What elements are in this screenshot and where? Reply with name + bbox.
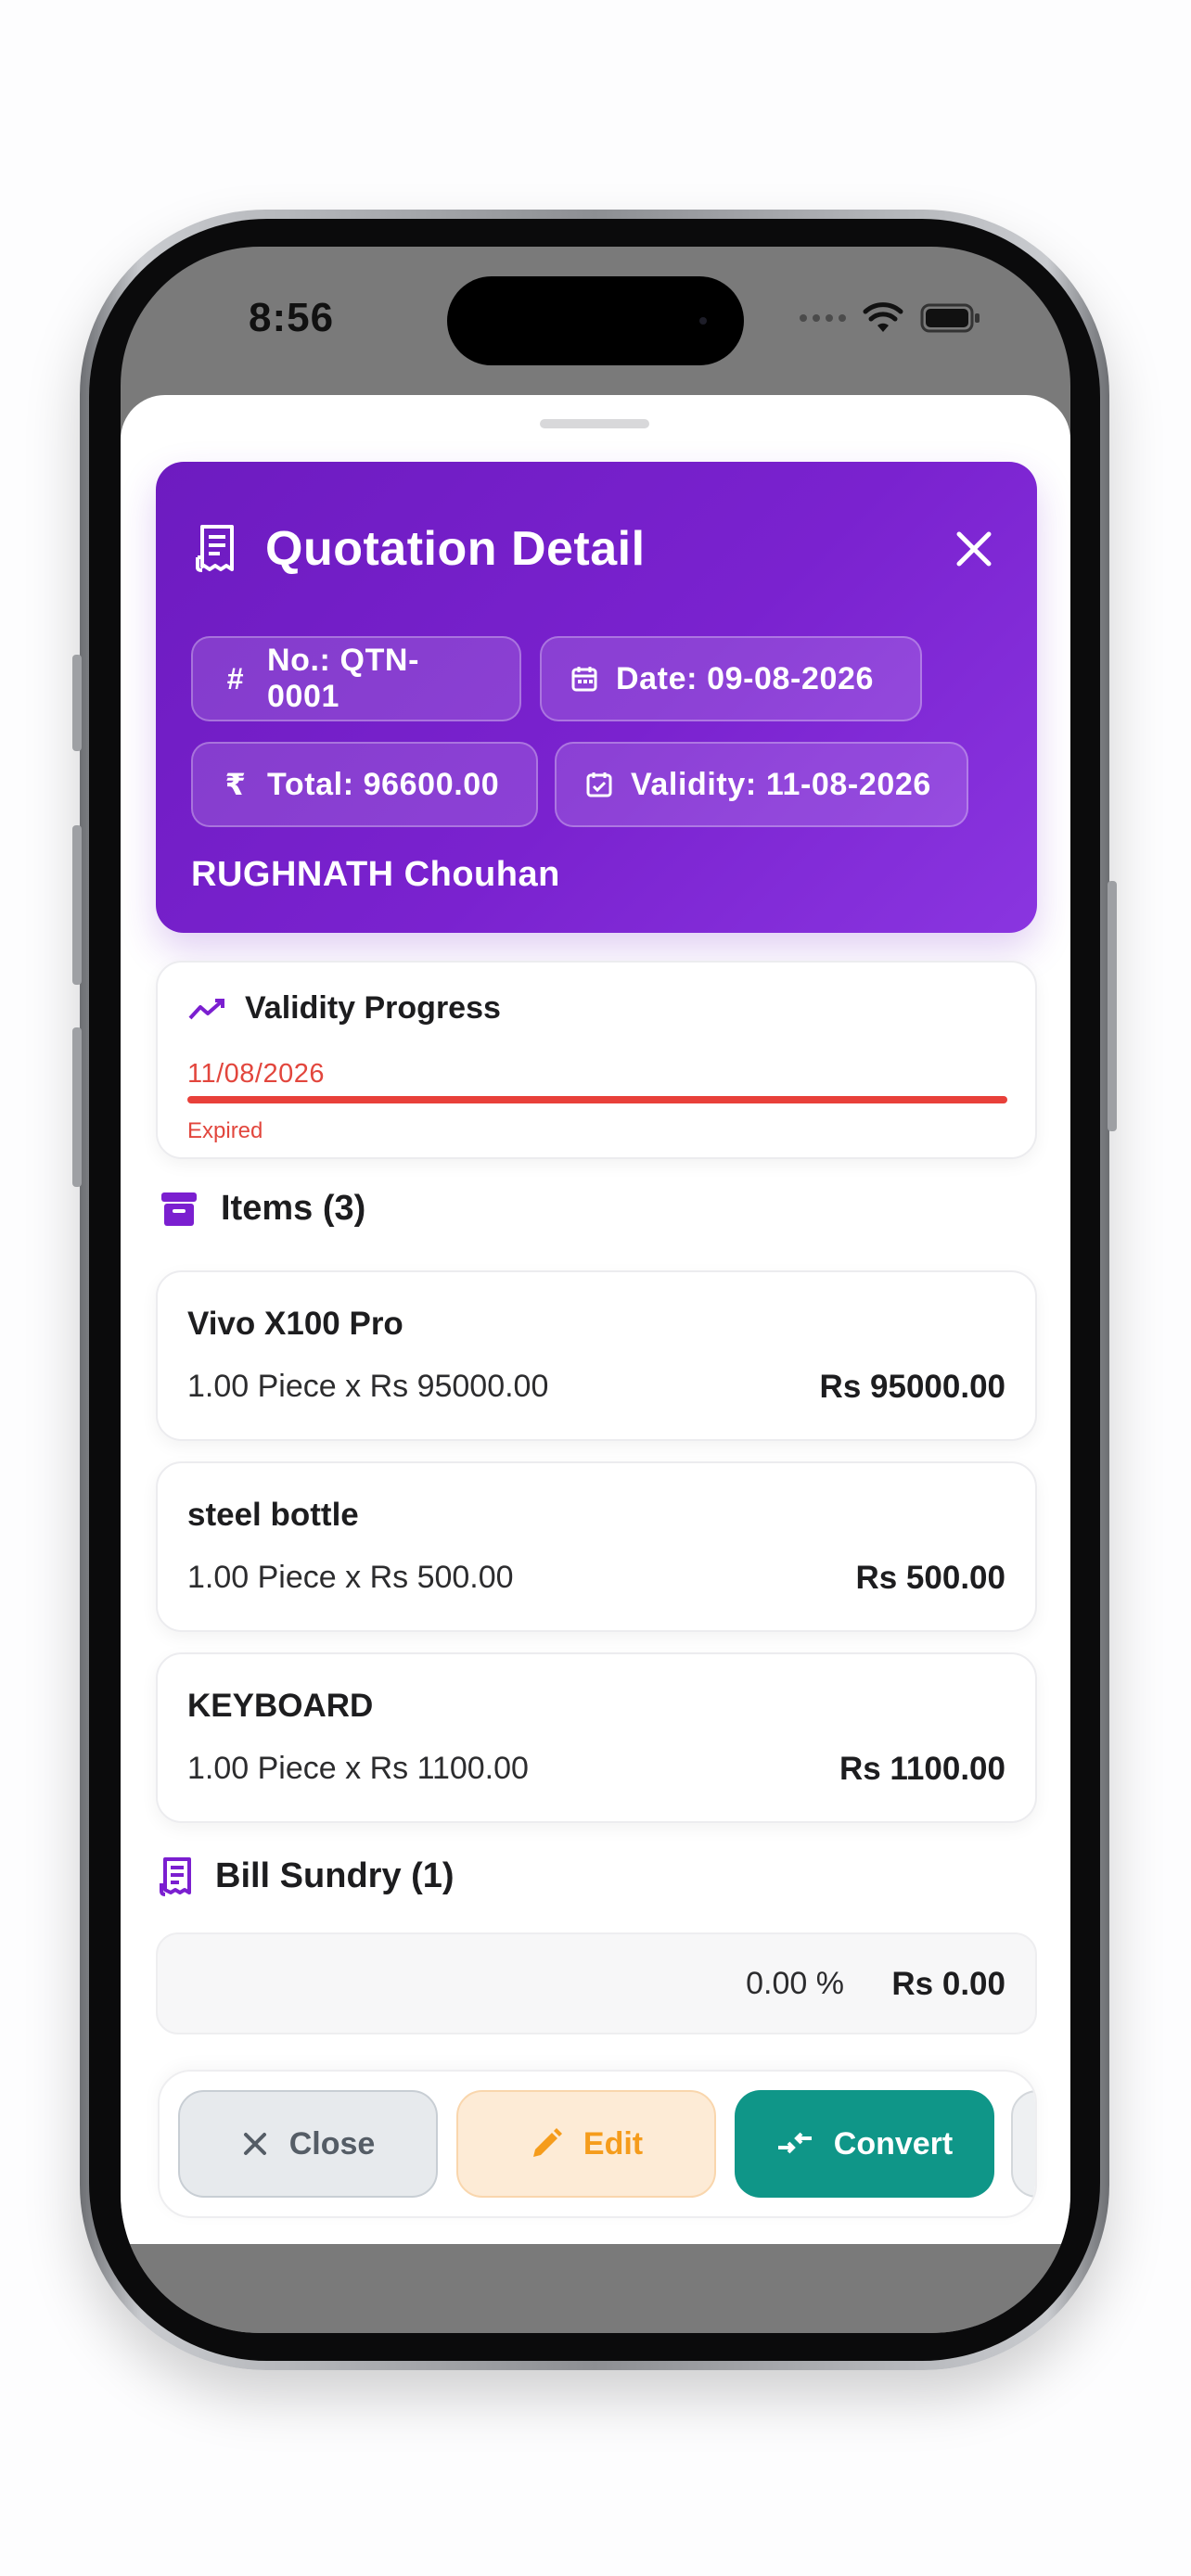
validity-progress-bar — [187, 1096, 1007, 1103]
quotation-date-chip: Date: 09-08-2026 — [540, 636, 922, 721]
close-icon[interactable] — [948, 523, 1000, 575]
list-item[interactable]: Vivo X100 Pro 1.00 Piece x Rs 95000.00 R… — [156, 1270, 1037, 1441]
quotation-validity: Validity: 11-08-2026 — [631, 766, 931, 802]
item-name: Vivo X100 Pro — [187, 1306, 403, 1342]
archive-icon — [161, 1192, 197, 1226]
action-button — [72, 655, 82, 751]
validity-progress-heading: Validity Progress — [187, 990, 501, 1027]
item-quantity: 1.00 Piece x Rs 1100.00 — [187, 1751, 529, 1786]
close-button[interactable]: Close — [178, 2090, 438, 2198]
item-quantity: 1.00 Piece x Rs 95000.00 — [187, 1369, 549, 1404]
quotation-total-chip: ₹ Total: 96600.00 — [191, 742, 538, 827]
bill-sundry-percent: 0.00 % — [746, 1966, 844, 2001]
edit-button-label: Edit — [583, 2125, 644, 2162]
hash-icon: # — [226, 661, 245, 695]
quotation-number-chip: # No.: QTN-0001 — [191, 636, 521, 721]
edit-icon — [532, 2128, 562, 2157]
volume-up-button — [72, 825, 82, 985]
screen: 8:56 Quotation Detail # No.: QTN-0001 Da… — [121, 247, 1070, 2333]
quotation-total: Total: 96600.00 — [267, 766, 500, 802]
quotation-number: No.: QTN-0001 — [266, 643, 420, 714]
status-icons — [800, 302, 981, 334]
quotation-validity-chip: Validity: 11-08-2026 — [555, 742, 968, 827]
bill-sundry-heading: Bill Sundry (1) — [160, 1856, 455, 1896]
action-bar: Close Edit Convert — [158, 2070, 1037, 2218]
dynamic-island — [447, 276, 744, 365]
items-title: Items (3) — [221, 1189, 366, 1228]
list-item[interactable]: KEYBOARD 1.00 Piece x Rs 1100.00 Rs 1100… — [156, 1652, 1037, 1823]
more-button[interactable] — [1011, 2090, 1035, 2198]
item-quantity: 1.00 Piece x Rs 500.00 — [187, 1560, 514, 1595]
close-icon — [243, 2133, 266, 2155]
sheet-drag-handle[interactable] — [540, 419, 649, 428]
edit-button[interactable]: Edit — [456, 2090, 716, 2198]
calendar-check-icon — [586, 772, 612, 797]
item-amount: Rs 500.00 — [855, 1560, 1005, 1596]
calendar-icon — [571, 667, 597, 692]
convert-button[interactable]: Convert — [735, 2090, 994, 2198]
status-time: 8:56 — [249, 295, 335, 340]
header-title-row: Quotation Detail — [195, 521, 646, 577]
item-amount: Rs 1100.00 — [839, 1751, 1005, 1787]
battery-icon — [920, 303, 980, 333]
customer-name: RUGHNATH Chouhan — [191, 855, 560, 894]
power-button — [1108, 881, 1117, 1131]
item-name: KEYBOARD — [187, 1688, 374, 1724]
volume-down-button — [72, 1027, 82, 1187]
close-button-label: Close — [288, 2125, 376, 2162]
validity-status: Expired — [187, 1118, 263, 1143]
wifi-icon — [863, 302, 903, 332]
bill-sundry-amount: Rs 0.00 — [891, 1966, 1005, 2002]
quotation-date: Date: 09-08-2026 — [616, 660, 874, 696]
list-item[interactable]: steel bottle 1.00 Piece x Rs 500.00 Rs 5… — [156, 1461, 1037, 1632]
trending-icon — [188, 998, 224, 1019]
validity-date: 11/08/2026 — [187, 1059, 325, 1089]
items-heading: Items (3) — [160, 1189, 365, 1229]
quotation-header-card: Quotation Detail # No.: QTN-0001 Date: 0… — [156, 462, 1037, 933]
home-indicator-area — [121, 2244, 1070, 2333]
signal-icon — [800, 314, 846, 322]
validity-progress-card: Validity Progress 11/08/2026 Expired — [156, 961, 1037, 1159]
rupee-icon: ₹ — [224, 768, 247, 801]
page-title: Quotation Detail — [265, 522, 646, 576]
validity-progress-title: Validity Progress — [245, 990, 501, 1026]
item-name: steel bottle — [187, 1497, 359, 1533]
bill-sundry-row[interactable]: 0.00 % Rs 0.00 — [156, 1932, 1037, 2034]
bill-sundry-title: Bill Sundry (1) — [215, 1856, 455, 1895]
convert-icon — [777, 2132, 812, 2154]
receipt-icon — [196, 525, 234, 572]
quotation-sheet: Quotation Detail # No.: QTN-0001 Date: 0… — [121, 395, 1070, 2244]
convert-button-label: Convert — [833, 2125, 954, 2162]
item-amount: Rs 95000.00 — [819, 1369, 1005, 1405]
receipt-icon — [160, 1856, 191, 1896]
